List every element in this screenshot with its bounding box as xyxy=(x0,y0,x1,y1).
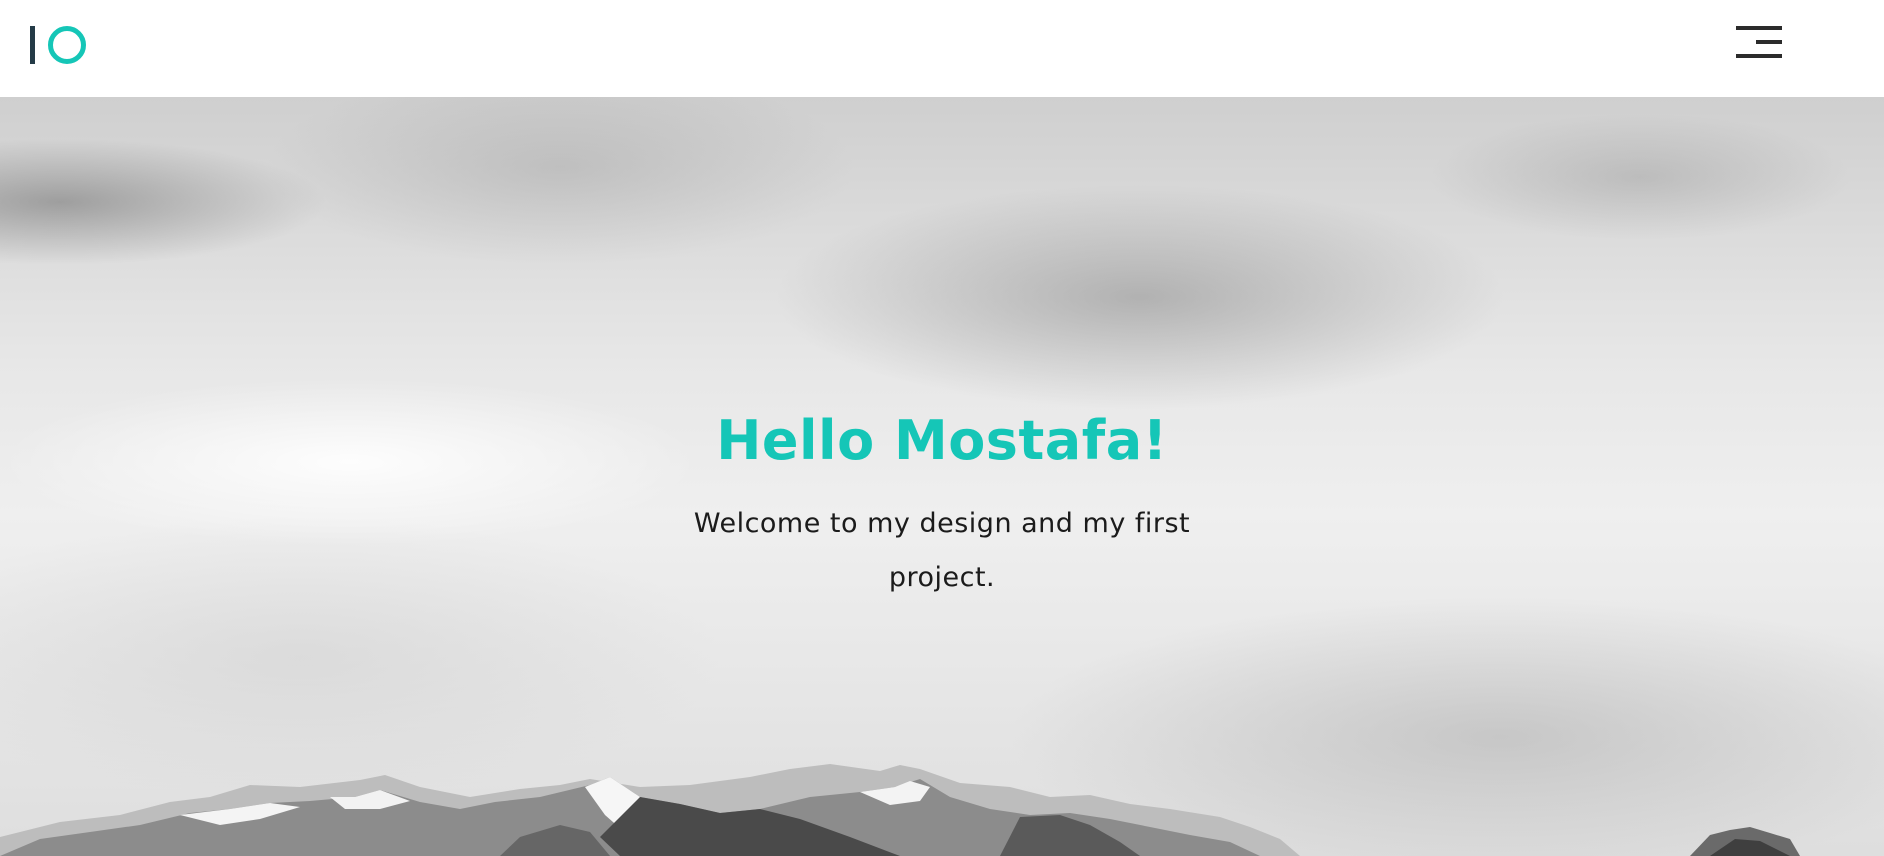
hero-welcome-text: Welcome to my design and my first projec… xyxy=(693,508,1191,593)
hamburger-menu-icon[interactable] xyxy=(1732,26,1782,60)
menu-line-bottom xyxy=(1736,54,1782,58)
menu-line-top xyxy=(1736,26,1782,30)
logo-bar-icon xyxy=(30,26,35,64)
hero-title: Hello Mostafa! xyxy=(716,409,1168,472)
logo-link[interactable] xyxy=(30,26,90,66)
hero-section: Hello Mostafa! Welcome to my design and … xyxy=(0,97,1884,856)
logo-ring-icon xyxy=(48,26,86,64)
menu-line-middle xyxy=(1756,40,1782,44)
navbar xyxy=(0,0,1884,97)
hero-content: Hello Mostafa! Welcome to my design and … xyxy=(0,409,1884,605)
